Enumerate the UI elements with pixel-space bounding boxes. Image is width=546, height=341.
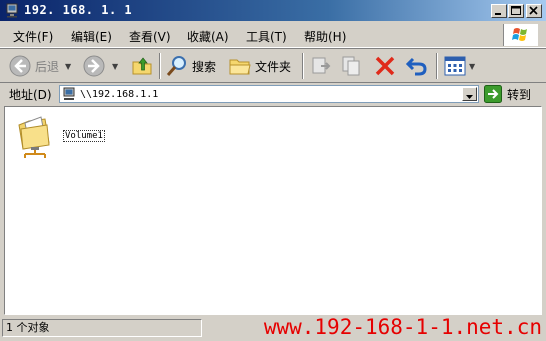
file-list-pane[interactable]: Volume1 — [4, 106, 542, 315]
toolbar-separator — [159, 53, 161, 79]
address-bar: 地址(D) 转到 — [0, 82, 546, 106]
search-button[interactable]: 搜索 — [165, 53, 216, 79]
close-button[interactable] — [526, 4, 542, 18]
watermark: www.192-168-1-1.net.cn — [263, 315, 542, 339]
minimize-icon — [495, 13, 501, 15]
views-icon — [444, 56, 466, 76]
move-to-icon — [312, 57, 331, 74]
back-arrow-icon — [9, 55, 31, 77]
network-computer-icon — [63, 87, 75, 100]
maximize-button[interactable] — [508, 4, 524, 18]
menu-view[interactable]: 查看(V) — [129, 28, 171, 45]
maximize-icon — [511, 6, 521, 15]
search-icon — [166, 56, 186, 76]
shared-folder-icon — [18, 116, 50, 158]
move-to-button[interactable] — [309, 53, 333, 79]
chevron-down-icon — [466, 95, 473, 99]
back-label: 后退 — [35, 59, 60, 74]
forward-button[interactable]: ▼ — [82, 53, 118, 79]
toolbar: 后退 ▼ ▼ 搜索 文件夹 ▼ — [0, 48, 546, 83]
menu-edit[interactable]: 编辑(E) — [71, 28, 112, 45]
windows-flag-icon — [512, 28, 527, 41]
menu-bar: 文件(F) 编辑(E) 查看(V) 收藏(A) 工具(T) 帮助(H) — [0, 22, 546, 48]
address-input[interactable] — [80, 87, 450, 101]
close-icon — [529, 6, 538, 15]
up-folder-icon — [132, 57, 152, 75]
minimize-button[interactable] — [491, 4, 507, 18]
folder-icon — [229, 59, 251, 75]
search-label: 搜索 — [192, 59, 217, 74]
go-arrow-icon — [484, 85, 502, 103]
up-folder-button[interactable] — [130, 53, 154, 79]
list-item[interactable]: Volume1 — [15, 115, 125, 165]
network-computer-icon — [6, 3, 18, 18]
address-dropdown-button[interactable] — [462, 87, 477, 101]
delete-x-icon — [375, 56, 395, 76]
back-dropdown-icon[interactable]: ▼ — [65, 62, 71, 71]
folders-label: 文件夹 — [255, 59, 292, 74]
explorer-window: 192. 168. 1. 1 文件(F) 编辑(E) 查看(V) 收藏(A) 工… — [0, 0, 546, 341]
title-bar[interactable]: 192. 168. 1. 1 — [0, 0, 546, 21]
undo-button[interactable] — [405, 53, 429, 79]
views-button[interactable]: ▼ — [443, 53, 475, 79]
forward-dropdown-icon[interactable]: ▼ — [112, 62, 118, 71]
menu-tools[interactable]: 工具(T) — [246, 28, 287, 45]
menu-favorites[interactable]: 收藏(A) — [187, 28, 229, 45]
toolbar-separator — [302, 53, 304, 79]
address-field[interactable] — [59, 85, 479, 103]
window-title: 192. 168. 1. 1 — [24, 3, 133, 17]
share-label: Volume1 — [63, 130, 105, 142]
menu-file[interactable]: 文件(F) — [13, 28, 53, 45]
toolbar-separator — [436, 53, 438, 79]
views-dropdown-icon[interactable]: ▼ — [469, 62, 475, 71]
go-button[interactable]: 转到 — [484, 84, 531, 104]
status-bar: 1 个对象 www.192-168-1-1.net.cn — [0, 315, 546, 341]
back-button[interactable]: 后退 ▼ — [8, 53, 71, 79]
address-label: 地址(D) — [9, 88, 52, 102]
folders-button[interactable]: 文件夹 — [228, 53, 291, 79]
go-label: 转到 — [507, 87, 532, 102]
copy-to-icon — [342, 56, 360, 76]
windows-logo — [503, 24, 538, 46]
delete-button[interactable] — [373, 53, 397, 79]
menu-help[interactable]: 帮助(H) — [304, 28, 346, 45]
undo-icon — [405, 57, 427, 76]
copy-to-button[interactable] — [340, 53, 364, 79]
forward-arrow-icon — [83, 55, 105, 77]
status-text: 1 个对象 — [2, 319, 202, 337]
